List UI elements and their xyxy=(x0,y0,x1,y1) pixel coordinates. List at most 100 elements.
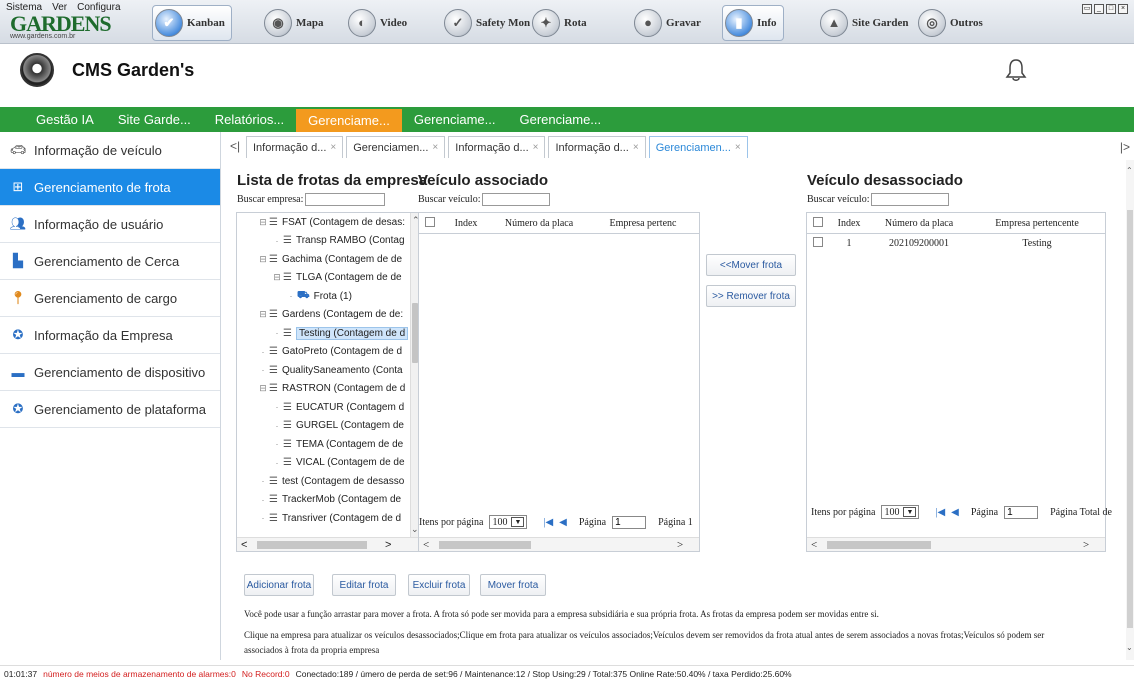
tree-node[interactable]: ⊟ ☰ TLGA (Contagem de de xyxy=(237,269,409,288)
sidebar-item-fence[interactable]: ▙ Gerenciamento de Cerca xyxy=(0,243,220,280)
tree-node[interactable]: · ⛟ Frota (1) xyxy=(237,287,409,306)
toolbar-mapa-button[interactable]: ◉ Mapa xyxy=(262,5,324,41)
move-fleet-action-button[interactable]: Mover frota xyxy=(480,574,546,596)
close-icon[interactable]: × xyxy=(432,142,438,153)
nav-gerenciamento-3[interactable]: Gerenciame... xyxy=(507,107,613,132)
first-page-icon[interactable]: |◀ xyxy=(543,517,553,528)
tree-node[interactable]: · ☰ VICAL (Contagem de de xyxy=(237,454,409,473)
scroll-thumb[interactable] xyxy=(827,541,931,549)
tree-node[interactable]: · ☰ Transriver (Contagem de d xyxy=(237,509,409,528)
toolbar-safety-button[interactable]: ✓ Safety Mon xyxy=(442,5,530,41)
page-input[interactable] xyxy=(1004,505,1039,519)
add-fleet-button[interactable]: Adicionar frota xyxy=(244,574,314,596)
col-index[interactable]: Index xyxy=(829,218,869,229)
sidebar-item-device[interactable]: ▬ Gerenciamento de dispositivo xyxy=(0,354,220,391)
tab-fleet-management[interactable]: Gerenciamen... × xyxy=(648,136,748,158)
assoc-search-input[interactable] xyxy=(482,193,551,206)
col-plate[interactable]: Número da placa xyxy=(869,218,969,229)
toolbar-gravar-button[interactable]: ● Gravar xyxy=(632,5,701,41)
close-icon[interactable]: × xyxy=(1118,4,1128,14)
tree-node[interactable]: ⊟ ☰ Gardens (Contagem de de: xyxy=(237,306,409,325)
sidebar-item-fleet-management[interactable]: ⊞ Gerenciamento de frota xyxy=(0,169,220,206)
first-page-icon[interactable]: |◀ xyxy=(935,507,945,518)
toolbar-video-button[interactable]: ◐ Video xyxy=(346,5,407,41)
close-icon[interactable]: × xyxy=(735,142,741,153)
tree-node[interactable]: · ☰ GURGEL (Contagem de xyxy=(237,417,409,436)
close-icon[interactable]: × xyxy=(633,142,639,153)
scroll-up-icon[interactable]: ⌃ xyxy=(1126,166,1133,175)
toolbar-kanban-button[interactable]: ✔ Kanban xyxy=(152,5,232,41)
bell-icon[interactable] xyxy=(1005,58,1027,82)
tree-node[interactable]: · ☰ TrackerMob (Contagem de xyxy=(237,491,409,510)
minimize-icon[interactable]: _ xyxy=(1094,4,1104,14)
unassoc-search-input[interactable] xyxy=(871,193,950,206)
page-vscroll[interactable]: ⌃ ⌄ xyxy=(1126,160,1134,660)
tree-node[interactable]: ⊟ ☰ Gachima (Contagem de de xyxy=(237,250,409,269)
col-company[interactable]: Empresa pertenc xyxy=(587,218,699,229)
assoc-hscroll[interactable]: < > xyxy=(419,537,699,551)
scroll-right-icon[interactable]: > xyxy=(1083,539,1089,551)
tabs-scroll-right-icon[interactable]: |> xyxy=(1120,140,1130,154)
sidebar-item-cargo[interactable]: 📍︎ Gerenciamento de cargo xyxy=(0,280,220,317)
restore-icon[interactable]: ▭ xyxy=(1082,4,1092,14)
select-all-checkbox[interactable] xyxy=(425,216,435,227)
move-fleet-button[interactable]: <<Mover frota xyxy=(706,254,796,276)
items-per-page-select[interactable]: 100 ▼ xyxy=(489,515,528,529)
toolbar-info-button[interactable]: ▮ Info xyxy=(722,5,784,41)
close-icon[interactable]: × xyxy=(330,142,336,153)
row-checkbox[interactable] xyxy=(813,237,823,247)
sidebar-item-user-info[interactable]: 👥︎ Informação de usuário xyxy=(0,206,220,243)
tree-node[interactable]: ⊟ ☰ RASTRON (Contagem de d xyxy=(237,380,409,399)
scroll-thumb[interactable] xyxy=(257,541,367,549)
tree-node[interactable]: · ☰ test (Contagem de desasso xyxy=(237,472,409,491)
col-index[interactable]: Index xyxy=(441,218,491,229)
collapse-toggle-icon[interactable]: ⊟ xyxy=(257,383,269,394)
collapse-toggle-icon[interactable]: ⊟ xyxy=(257,254,269,265)
sidebar-item-company-info[interactable]: ✪ Informação da Empresa xyxy=(0,317,220,354)
col-company[interactable]: Empresa pertencente xyxy=(969,218,1105,229)
select-all-checkbox[interactable] xyxy=(813,216,823,227)
collapse-toggle-icon[interactable]: ⊟ xyxy=(271,272,283,283)
tab-info-3[interactable]: Informação d... × xyxy=(548,136,646,158)
tree-node[interactable]: · ☰ QualitySaneamento (Conta xyxy=(237,361,409,380)
tree-node[interactable]: · ☰ GatoPreto (Contagem de d xyxy=(237,343,409,362)
scroll-left-icon[interactable]: < xyxy=(811,539,817,551)
scroll-thumb[interactable] xyxy=(439,541,531,549)
toolbar-rota-button[interactable]: ✦ Rota xyxy=(530,5,587,41)
scroll-left-icon[interactable]: < xyxy=(241,539,247,551)
prev-page-icon[interactable]: ◀ xyxy=(559,517,567,528)
toolbar-site-garden-button[interactable]: ▲ Site Garden xyxy=(818,5,909,41)
nav-relatorios[interactable]: Relatórios... xyxy=(203,107,296,132)
collapse-toggle-icon[interactable]: ⊟ xyxy=(257,217,269,228)
items-per-page-select[interactable]: 100 ▼ xyxy=(881,505,920,519)
nav-gerenciamento-active[interactable]: Gerenciame... xyxy=(296,109,402,132)
tab-info-2[interactable]: Informação d... × xyxy=(448,136,546,158)
maximize-icon[interactable]: □ xyxy=(1106,4,1116,14)
tab-vehicle-info[interactable]: Informação d... × xyxy=(246,136,344,158)
nav-site-garden[interactable]: Site Garde... xyxy=(106,107,203,132)
table-row[interactable]: 1 202109200001 Testing xyxy=(807,234,1105,253)
nav-gerenciamento-2[interactable]: Gerenciame... xyxy=(402,107,508,132)
sidebar-item-platform[interactable]: ✪ Gerenciamento de plataforma xyxy=(0,391,220,428)
prev-page-icon[interactable]: ◀ xyxy=(951,507,959,518)
toolbar-outros-button[interactable]: ◎ Outros xyxy=(916,5,983,41)
edit-fleet-button[interactable]: Editar frota xyxy=(332,574,396,596)
tree-node[interactable]: · ☰ Transp RAMBO (Contag xyxy=(237,232,409,251)
close-icon[interactable]: × xyxy=(533,142,539,153)
tabs-scroll-left-icon[interactable]: <| xyxy=(224,134,246,158)
nav-gestao-ia[interactable]: Gestão IA xyxy=(0,107,106,132)
collapse-toggle-icon[interactable]: ⊟ xyxy=(257,309,269,320)
remove-fleet-button[interactable]: >> Remover frota xyxy=(706,285,796,307)
company-search-input[interactable] xyxy=(305,193,386,206)
scroll-right-icon[interactable]: > xyxy=(385,539,391,551)
tree-node[interactable]: · ☰ Testing (Contagem de d xyxy=(237,324,409,343)
scroll-down-icon[interactable]: ⌄ xyxy=(1126,643,1133,652)
scroll-thumb[interactable] xyxy=(1127,210,1133,628)
tree-node[interactable]: · ☰ EUCATUR (Contagem d xyxy=(237,398,409,417)
scroll-left-icon[interactable]: < xyxy=(423,539,429,551)
tree-node[interactable]: · ☰ TEMA (Contagem de de xyxy=(237,435,409,454)
tree-hscroll[interactable]: < > xyxy=(237,537,419,551)
col-plate[interactable]: Número da placa xyxy=(491,218,587,229)
page-input[interactable] xyxy=(612,515,647,529)
tree-node[interactable]: ⊟ ☰ FSAT (Contagem de desas: xyxy=(237,213,409,232)
